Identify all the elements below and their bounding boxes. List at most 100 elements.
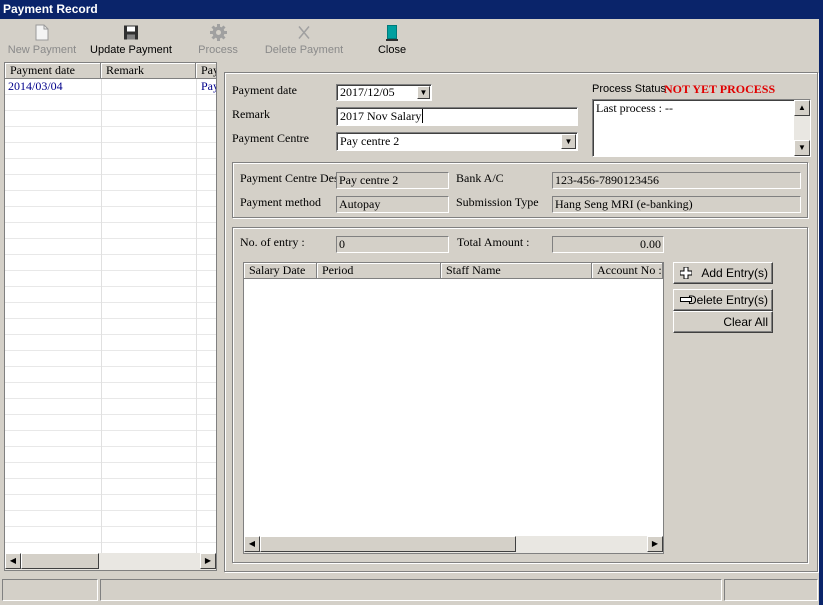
list-row	[5, 383, 216, 399]
list-row	[5, 399, 216, 415]
add-entry-button[interactable]: Add Entry(s)	[673, 262, 773, 284]
document-icon	[35, 24, 49, 41]
list-row	[5, 335, 216, 351]
list-row	[5, 303, 216, 319]
list-row	[5, 223, 216, 239]
update-payment-button[interactable]: Update Payment	[86, 22, 176, 60]
remark-label: Remark	[232, 107, 270, 121]
scroll-down-arrow-icon[interactable]: ▼	[794, 140, 810, 156]
list-row	[5, 255, 216, 271]
process-button[interactable]: Process	[192, 22, 244, 60]
process-status-value: NOT YET PROCESS	[664, 82, 776, 96]
centre-dropdown-icon[interactable]: ▼	[561, 134, 576, 149]
list-row	[5, 367, 216, 383]
remark-input[interactable]: 2017 Nov Salary	[336, 107, 578, 126]
last-process-text: Last process : --	[596, 101, 673, 115]
delete-payment-button[interactable]: Delete Payment	[262, 22, 346, 60]
grid-scroll-left-icon[interactable]: ◀	[244, 536, 260, 552]
grid-header-account-no[interactable]: Account No :	[592, 263, 663, 279]
status-pane-1	[2, 579, 98, 601]
submission-type-field: Hang Seng MRI (e-banking)	[552, 196, 801, 213]
list-row	[5, 351, 216, 367]
grid-scroll-right-icon[interactable]: ▶	[647, 536, 663, 552]
remark-value: 2017 Nov Salary	[340, 109, 422, 123]
process-status-label: Process Status	[592, 83, 666, 95]
list-row	[5, 287, 216, 303]
scroll-thumb[interactable]	[21, 553, 99, 569]
status-pane-2	[100, 579, 722, 601]
last-process-textarea[interactable]: Last process : -- ▲ ▼	[592, 99, 811, 157]
close-button[interactable]: Close	[372, 22, 412, 60]
list-header-pay[interactable]: Pay	[196, 63, 216, 79]
bank-ac-field: 123-456-7890123456	[552, 172, 801, 189]
payment-centre-value: Pay centre 2	[340, 134, 400, 148]
list-row	[5, 159, 216, 175]
clear-all-label: Clear All	[723, 315, 768, 329]
list-row	[5, 191, 216, 207]
payment-centre-select[interactable]: Pay centre 2 ▼	[336, 132, 578, 151]
list-row	[5, 271, 216, 287]
grid-horizontal-scrollbar[interactable]: ◀ ▶	[244, 536, 663, 553]
list-row	[5, 415, 216, 431]
list-row	[5, 111, 216, 127]
list-row	[5, 239, 216, 255]
payment-centre-label: Payment Centre	[232, 131, 309, 145]
gear-icon	[209, 24, 227, 41]
payment-date-picker[interactable]: 2017/12/05 ▼	[336, 84, 432, 101]
grid-header-staff-name[interactable]: Staff Name	[441, 263, 592, 279]
centre-desc-field: Pay centre 2	[336, 172, 449, 189]
list-row	[5, 143, 216, 159]
submission-type-label: Submission Type	[456, 195, 539, 209]
delete-entry-button[interactable]: Delete Entry(s)	[673, 289, 773, 311]
payment-date-label: Payment date	[232, 83, 297, 97]
new-payment-label: New Payment	[7, 44, 77, 56]
list-row	[5, 95, 216, 111]
window-border	[819, 19, 823, 605]
entry-count-label: No. of entry :	[240, 235, 305, 249]
process-label: Process	[198, 44, 238, 56]
list-header-payment-date[interactable]: Payment date	[5, 63, 101, 79]
total-amount-field: 0.00	[552, 236, 664, 253]
list-column-divider	[196, 79, 197, 553]
clear-all-button[interactable]: Clear All	[673, 311, 773, 333]
list-row	[5, 447, 216, 463]
list-row	[5, 511, 216, 527]
centre-desc-label: Payment Centre Desc	[240, 171, 344, 185]
list-row	[5, 431, 216, 447]
scroll-up-arrow-icon[interactable]: ▲	[794, 100, 810, 116]
list-row	[5, 495, 216, 511]
payment-method-field: Autopay	[336, 196, 449, 213]
date-dropdown-icon[interactable]: ▼	[417, 86, 430, 99]
list-row	[5, 127, 216, 143]
close-label: Close	[377, 44, 407, 56]
grid-header-salary-date[interactable]: Salary Date	[244, 263, 317, 279]
payment-list[interactable]: Payment date Remark Pay 2014/03/04 Pay ◀…	[4, 62, 217, 571]
floppy-disk-icon	[124, 25, 138, 40]
add-entry-label: Add Entry(s)	[701, 266, 768, 280]
grid-header-period[interactable]: Period	[317, 263, 441, 279]
total-amount-label: Total Amount :	[457, 235, 530, 249]
plus-icon	[680, 267, 692, 279]
status-pane-3	[724, 579, 818, 601]
bank-ac-label: Bank A/C	[456, 171, 504, 185]
close-door-icon	[386, 25, 398, 41]
textarea-scrollbar[interactable]: ▲ ▼	[794, 100, 810, 156]
list-horizontal-scrollbar[interactable]: ◀ ▶	[5, 553, 216, 570]
delete-entry-label: Delete Entry(s)	[687, 293, 768, 307]
entries-grid[interactable]: Salary Date Period Staff Name Account No…	[243, 262, 664, 554]
list-row	[5, 175, 216, 191]
list-row	[5, 479, 216, 495]
scroll-right-arrow-icon[interactable]: ▶	[200, 553, 216, 569]
list-column-divider	[101, 79, 102, 553]
minus-icon	[680, 297, 692, 302]
list-row	[5, 463, 216, 479]
list-header-remark[interactable]: Remark	[101, 63, 196, 79]
list-item-pay[interactable]: Pay	[201, 79, 216, 94]
grid-scroll-thumb[interactable]	[260, 536, 516, 552]
update-payment-label: Update Payment	[90, 44, 172, 56]
list-item-date[interactable]: 2014/03/04	[8, 79, 63, 94]
payment-date-value: 2017/12/05	[340, 85, 395, 99]
scroll-left-arrow-icon[interactable]: ◀	[5, 553, 21, 569]
x-icon	[298, 26, 310, 39]
new-payment-button[interactable]: New Payment	[6, 22, 78, 60]
